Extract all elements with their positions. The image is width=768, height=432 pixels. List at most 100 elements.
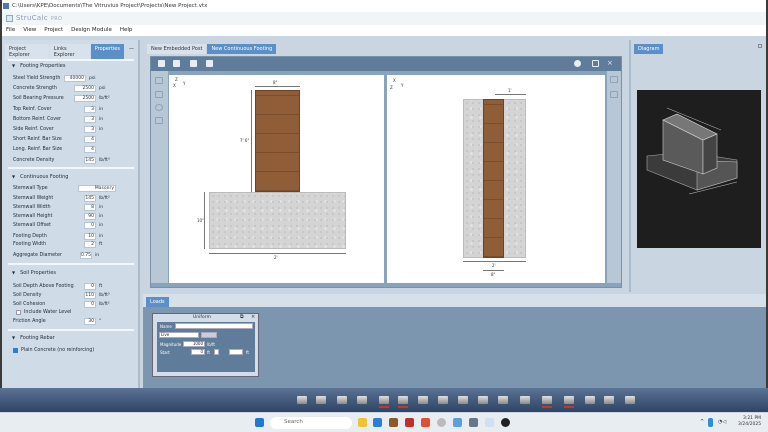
elevation-view[interactable]: Z Y X 8" 7' 6" 10" 2' (169, 75, 384, 283)
tray-chevron-icon[interactable]: ^ (700, 419, 704, 425)
app-icon[interactable] (501, 418, 510, 427)
settings-icon[interactable] (469, 418, 478, 427)
property-input[interactable]: 2500 (74, 95, 96, 103)
property-input[interactable]: 10 (84, 233, 96, 240)
property-row: Friction Angle 30 ° (13, 318, 138, 326)
property-input[interactable]: 8 (84, 204, 96, 211)
property-input[interactable]: 4 (84, 136, 96, 144)
menu-design-module[interactable]: Design Module (71, 27, 112, 36)
plan-view[interactable]: X Y Z 1' 2' 8" (387, 75, 605, 283)
menu-help[interactable]: Help (120, 27, 133, 36)
list-icon[interactable] (610, 91, 618, 98)
property-input[interactable]: 4 (84, 146, 96, 154)
section-footing-rebar[interactable]: Footing Rebar (12, 335, 55, 341)
menu-view[interactable]: View (23, 27, 36, 36)
section-footing-properties[interactable]: Footing Properties (12, 63, 65, 69)
property-input[interactable]: 30 (84, 318, 96, 325)
plain-concrete-row[interactable]: Plain Concrete (no reinforcing) (13, 347, 138, 355)
property-input[interactable]: 0 (84, 283, 96, 290)
property-input[interactable]: 145 (84, 156, 96, 164)
close-icon[interactable]: × (607, 59, 613, 67)
water-level-checkbox[interactable] (16, 310, 21, 315)
property-input[interactable]: 0.75 (80, 252, 92, 259)
property-input[interactable]: 90 (84, 213, 96, 220)
design-module-icon[interactable] (438, 396, 448, 404)
app-icon[interactable] (389, 418, 398, 427)
tab-project-explorer[interactable]: Project Explorer (5, 44, 49, 60)
design-module-icon[interactable] (542, 396, 552, 408)
design-module-icon[interactable] (458, 396, 468, 404)
clock[interactable]: 3:21 PM 3/24/2025 (738, 416, 761, 428)
save-icon[interactable] (158, 60, 165, 67)
property-input[interactable]: 3 (84, 105, 96, 113)
end-checkbox[interactable] (214, 349, 219, 355)
app-icon[interactable] (453, 418, 462, 427)
load-type-select[interactable]: Live (159, 332, 199, 338)
strucalc-taskbar-icon[interactable] (485, 418, 494, 427)
grid-icon[interactable] (155, 77, 163, 84)
tab-properties[interactable]: Properties (90, 44, 124, 60)
menu-project[interactable]: Project (44, 27, 63, 36)
app-icon[interactable] (405, 418, 414, 427)
vscode-icon[interactable] (373, 418, 382, 427)
app-icon[interactable] (437, 418, 446, 427)
layers-icon[interactable] (155, 117, 163, 124)
property-input[interactable]: 0 (84, 301, 96, 308)
design-module-icon[interactable] (625, 396, 635, 404)
design-module-icon[interactable] (398, 396, 408, 408)
property-input[interactable]: 2500 (74, 85, 96, 93)
section-soil-properties[interactable]: Soil Properties (12, 270, 56, 276)
minimize-panel-button[interactable]: — (125, 44, 138, 60)
property-input[interactable]: 3 (84, 115, 96, 123)
maximize-icon[interactable] (592, 60, 599, 67)
design-module-icon[interactable] (604, 396, 614, 404)
plain-concrete-checkbox[interactable] (13, 348, 18, 353)
property-input[interactable]: 145 (84, 195, 96, 202)
pin-icon[interactable] (758, 44, 762, 48)
design-module-icon[interactable] (316, 396, 326, 404)
tab-new-continuous-footing[interactable]: New Continuous Footing (207, 44, 277, 54)
property-input[interactable]: 110 (84, 292, 96, 299)
design-module-icon[interactable] (478, 396, 488, 404)
tab-new-embedded-post[interactable]: New Embedded Post (147, 44, 207, 54)
design-module-icon[interactable] (337, 396, 347, 404)
design-module-icon[interactable] (418, 396, 428, 404)
windows-start-icon[interactable] (255, 418, 264, 427)
design-module-icon[interactable] (498, 396, 508, 404)
tab-links-explorer[interactable]: Links Explorer (49, 44, 90, 60)
view-3d-icon[interactable] (610, 76, 618, 83)
close-icon[interactable]: × (251, 314, 255, 320)
magnitude-input[interactable]: 1000 (183, 341, 205, 347)
load-name-input[interactable] (175, 323, 253, 329)
menu-file[interactable]: File (6, 27, 15, 36)
tab-loads[interactable]: Loads (146, 297, 169, 307)
wifi-volume-icon[interactable]: ◔◁ (718, 419, 726, 425)
report-icon[interactable] (190, 60, 197, 67)
dimension-icon[interactable] (155, 91, 163, 98)
add-icon[interactable] (206, 60, 213, 67)
design-module-icon[interactable] (297, 396, 307, 404)
design-module-icon[interactable] (520, 396, 530, 404)
tab-diagram[interactable]: Diagram (634, 44, 664, 54)
bluetooth-icon[interactable] (708, 418, 713, 427)
section-continuous-footing[interactable]: Continuous Footing (12, 174, 68, 180)
popout-icon[interactable]: ⧉ (240, 314, 244, 320)
property-input[interactable]: 3 (84, 126, 96, 133)
include-water-level-row[interactable]: Include Water Level (13, 309, 138, 317)
design-module-icon[interactable] (564, 396, 574, 408)
design-module-icon[interactable] (357, 396, 367, 404)
file-explorer-icon[interactable] (358, 418, 367, 427)
property-input[interactable]: 0 (84, 222, 96, 229)
start-input[interactable]: 0 (191, 349, 205, 355)
rotate-icon[interactable] (155, 104, 163, 111)
property-input[interactable]: 2 (84, 241, 96, 248)
export-icon[interactable] (173, 60, 180, 67)
taskbar-search[interactable]: Search (270, 417, 352, 429)
design-module-icon[interactable] (585, 396, 595, 404)
brave-browser-icon[interactable] (421, 418, 430, 427)
help-icon[interactable] (574, 60, 581, 67)
end-input[interactable] (229, 349, 243, 355)
design-module-icon[interactable] (379, 396, 389, 408)
property-input[interactable]: Masonry (78, 185, 116, 192)
property-input[interactable]: 40000 (64, 75, 86, 82)
